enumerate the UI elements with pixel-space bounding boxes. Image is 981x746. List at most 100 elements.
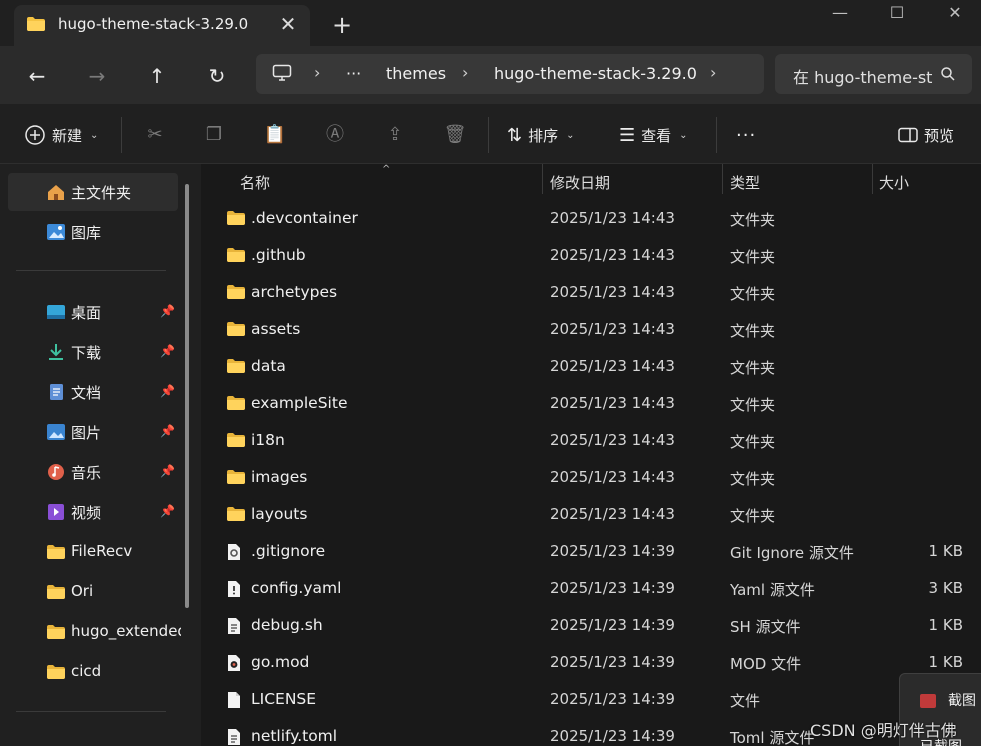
refresh-button[interactable]: ↻ (201, 60, 233, 92)
file-name: images (251, 468, 308, 486)
column-separator[interactable] (722, 164, 723, 194)
tab-close-icon[interactable]: ✕ (276, 12, 300, 36)
folder-icon (47, 545, 65, 559)
file-type: MOD 文件 (730, 655, 802, 673)
blank-file-icon (226, 691, 242, 713)
sort-button[interactable]: ⇅ 排序 ⌄ (507, 122, 575, 148)
file-type: 文件 (730, 692, 761, 710)
file-row[interactable]: go.mod 2025/1/23 14:39 MOD 文件 1 KB (201, 644, 981, 681)
close-window-button[interactable]: ✕ (940, 2, 970, 24)
sidebar-item-documents[interactable]: 文档 📌 (8, 373, 178, 411)
file-row[interactable]: assets 2025/1/23 14:43 文件夹 (201, 311, 981, 348)
folder-icon (226, 432, 246, 452)
file-row[interactable]: exampleSite 2025/1/23 14:43 文件夹 (201, 385, 981, 422)
tab-active[interactable]: hugo-theme-stack-3.29.0 ✕ (14, 5, 310, 46)
column-header-size[interactable]: 大小 (879, 172, 909, 193)
file-date: 2025/1/23 14:39 (550, 579, 675, 597)
pin-icon[interactable]: 📌 (160, 464, 175, 478)
sidebar-item-label: cicd (71, 662, 102, 680)
new-tab-button[interactable]: + (328, 11, 356, 39)
pin-icon[interactable]: 📌 (160, 344, 175, 358)
sidebar-scrollbar[interactable] (185, 184, 189, 608)
sidebar-item-pictures[interactable]: 图片 📌 (8, 413, 178, 451)
sidebar-item-home[interactable]: 主文件夹 (8, 173, 178, 211)
breadcrumb-themes[interactable]: themes (386, 64, 446, 83)
rename-icon[interactable]: Ⓐ (323, 123, 347, 147)
new-button[interactable]: 新建 ⌄ (24, 122, 98, 148)
address-bar[interactable]: › ··· themes › hugo-theme-stack-3.29.0 › (256, 54, 764, 94)
file-name: go.mod (251, 653, 310, 671)
sidebar-item-desktop[interactable]: 桌面 📌 (8, 293, 178, 331)
column-header-type[interactable]: 类型 (730, 172, 760, 193)
column-separator[interactable] (872, 164, 873, 194)
file-row[interactable]: .gitignore 2025/1/23 14:39 Git Ignore 源文件 1… (201, 533, 981, 570)
breadcrumb-separator: › (710, 63, 717, 82)
sidebar-item-cicd[interactable]: cicd (8, 653, 178, 691)
sidebar-item-filerecv[interactable]: FileRecv (8, 533, 178, 571)
file-type: 文件夹 (730, 285, 776, 303)
share-icon[interactable]: ⇪ (383, 123, 407, 147)
breadcrumb-current[interactable]: hugo-theme-stack-3.29.0 (494, 64, 697, 83)
computer-icon (272, 64, 292, 86)
column-header-date[interactable]: 修改日期 (550, 172, 610, 193)
sidebar-item-hugo-extended[interactable]: hugo_extended (8, 613, 181, 651)
preview-pane-button[interactable]: 预览 (898, 122, 954, 148)
sidebar-divider (16, 711, 166, 712)
file-type: 文件夹 (730, 470, 776, 488)
tab-title: hugo-theme-stack-3.29.0 (58, 15, 249, 33)
paste-icon[interactable]: 📋 (263, 123, 287, 147)
file-row[interactable]: .github 2025/1/23 14:43 文件夹 (201, 237, 981, 274)
preview-pane-icon (898, 127, 918, 143)
file-row[interactable]: config.yaml 2025/1/23 14:39 Yaml 源文件 3 KB (201, 570, 981, 607)
file-date: 2025/1/23 14:39 (550, 690, 675, 708)
file-row[interactable]: i18n 2025/1/23 14:43 文件夹 (201, 422, 981, 459)
more-options-button[interactable]: ··· (736, 122, 756, 148)
folder-icon (47, 665, 65, 679)
file-row[interactable]: images 2025/1/23 14:43 文件夹 (201, 459, 981, 496)
pin-icon[interactable]: 📌 (160, 424, 175, 438)
pin-icon[interactable]: 📌 (160, 504, 175, 518)
sidebar-item-gallery[interactable]: 图库 (8, 213, 178, 251)
text-file-icon (226, 617, 242, 639)
toolbar-divider (716, 117, 717, 153)
sidebar-item-ori[interactable]: Ori (8, 573, 178, 611)
folder-icon (226, 358, 246, 378)
minimize-button[interactable]: — (825, 2, 855, 24)
folder-icon (226, 210, 246, 230)
file-type: 文件夹 (730, 248, 776, 266)
file-type: SH 源文件 (730, 618, 801, 636)
file-row[interactable]: archetypes 2025/1/23 14:43 文件夹 (201, 274, 981, 311)
column-header-name[interactable]: 名称 (240, 172, 270, 193)
back-button[interactable]: ← (21, 60, 53, 92)
pin-icon[interactable]: 📌 (160, 384, 175, 398)
cut-icon[interactable]: ✂ (143, 123, 167, 147)
sidebar-item-music[interactable]: 音乐 📌 (8, 453, 178, 491)
file-row[interactable]: LICENSE 2025/1/23 14:39 文件 (201, 681, 981, 718)
view-button[interactable]: ☰ 查看 ⌄ (619, 122, 688, 148)
column-separator[interactable] (542, 164, 543, 194)
file-date: 2025/1/23 14:43 (550, 394, 675, 412)
file-row[interactable]: debug.sh 2025/1/23 14:39 SH 源文件 1 KB (201, 607, 981, 644)
search-box[interactable]: 在 hugo-theme-stack-3.29.0 中搜索 (775, 54, 972, 94)
file-name: .github (251, 246, 306, 264)
search-icon[interactable] (940, 66, 956, 86)
copy-icon[interactable]: ❐ (202, 123, 226, 147)
sort-ascending-icon: ^ (382, 164, 391, 175)
file-row[interactable]: .devcontainer 2025/1/23 14:43 文件夹 (201, 200, 981, 237)
command-bar: 新建 ⌄ ✂ ❐ 📋 Ⓐ ⇪ 🗑 ⇅ 排序 ⌄ ☰ 查看 ⌄ ··· 预览 (0, 104, 981, 164)
file-row[interactable]: layouts 2025/1/23 14:43 文件夹 (201, 496, 981, 533)
delete-icon[interactable]: 🗑 (443, 123, 467, 147)
sidebar-item-videos[interactable]: 视频 📌 (8, 493, 178, 531)
up-button[interactable]: ↑ (141, 60, 173, 92)
pin-icon[interactable]: 📌 (160, 304, 175, 318)
file-name: layouts (251, 505, 308, 523)
maximize-button[interactable]: ☐ (882, 2, 912, 24)
file-row[interactable]: data 2025/1/23 14:43 文件夹 (201, 348, 981, 385)
breadcrumb-ellipsis[interactable]: ··· (346, 64, 361, 83)
forward-button[interactable]: → (81, 60, 113, 92)
file-type: 文件夹 (730, 507, 776, 525)
download-icon (49, 344, 63, 360)
pane-splitter[interactable] (192, 164, 201, 746)
search-input[interactable]: 在 hugo-theme-stack-3.29.0 中搜索 (793, 64, 933, 88)
sidebar-item-downloads[interactable]: 下载 📌 (8, 333, 178, 371)
